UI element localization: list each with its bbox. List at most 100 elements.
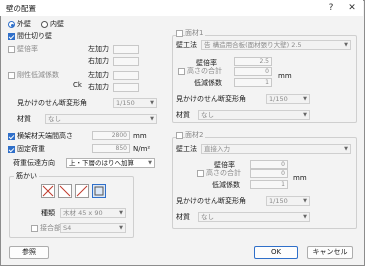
chevron-down-icon: ▼ [303, 112, 307, 118]
panel2-apparent-value: 1/150 [269, 197, 288, 205]
chevron-down-icon: ▼ [119, 210, 123, 216]
partition-label: 間仕切り壁 [17, 32, 52, 40]
fixed-load-checkbox[interactable] [8, 146, 15, 153]
panel2-material-label: 材質 [176, 213, 190, 221]
brace-diagonal-right-icon [76, 185, 88, 197]
panel2-apparent-label: 見かけのせん断変形角 [176, 197, 246, 205]
force-left-label-1: 左加力 [88, 45, 109, 53]
panel1-material-select[interactable]: なし ▼ [198, 110, 310, 120]
brace-type-value: 木材 45 x 90 [63, 209, 103, 217]
force-right-label-1: 右加力 [88, 57, 109, 65]
panel1-reduction-input[interactable]: 1 [234, 78, 272, 87]
force-right-input-2[interactable] [113, 83, 139, 92]
panel1-method-select[interactable]: 告 構造用合板(面材張り大壁) 2.5 ▼ [201, 40, 351, 50]
brace-type-label: 種類 [41, 209, 55, 217]
fixed-load-unit: N/m² [133, 145, 151, 153]
brace-diagonal-left-button[interactable] [58, 184, 72, 198]
fixed-load-label: 固定荷重 [17, 145, 45, 153]
radio-inner-wall-label: 内壁 [50, 20, 64, 28]
force-right-input-1[interactable] [113, 57, 139, 66]
partition-checkbox[interactable] [8, 33, 15, 40]
close-button[interactable]: ✕ [343, 0, 361, 16]
brace-joint-select[interactable]: S4 ▼ [60, 223, 126, 233]
cancel-button[interactable]: キャンセル [307, 246, 353, 259]
chevron-down-icon: ▼ [148, 160, 152, 166]
material-select[interactable]: なし ▼ [45, 114, 157, 124]
brace-cross-icon [42, 185, 54, 197]
radio-outer-wall[interactable] [8, 21, 15, 28]
brace-group-label: 筋かい [14, 172, 39, 181]
panel1-method-label: 壁工法 [176, 41, 197, 49]
beam-height-input[interactable]: 2800 [92, 131, 130, 140]
radio-inner-wall[interactable] [41, 21, 48, 28]
reference-button[interactable]: 参照 [9, 246, 49, 259]
chevron-down-icon: ▼ [119, 225, 123, 231]
window-title: 壁の配置 [6, 4, 36, 13]
ok-button[interactable]: OK [254, 246, 298, 259]
panel2-reduction-input[interactable]: 1 [250, 180, 288, 189]
brace-none-button[interactable] [92, 184, 106, 198]
force-left-input-2[interactable] [113, 71, 139, 80]
brace-none-icon [94, 186, 104, 196]
material-label: 材質 [17, 115, 31, 123]
panel1-apparent-select[interactable]: 1/150 ▼ [266, 94, 310, 104]
panel1-checkbox[interactable] [176, 30, 183, 37]
panel1-total-height-unit: mm [278, 72, 292, 80]
apparent-section-select[interactable]: 1/150 ▼ [113, 98, 157, 108]
panel2-apparent-select[interactable]: 1/150 ▼ [266, 196, 310, 206]
panel2-total-height-checkbox[interactable] [197, 170, 204, 177]
brace-diagonal-right-button[interactable] [75, 184, 89, 198]
force-right-label-2: 右加力 [88, 83, 109, 91]
stiffness-checkbox[interactable] [8, 72, 15, 79]
stiffness-label: 剛性低減係数 [17, 71, 59, 79]
apparent-section-value: 1/150 [116, 99, 135, 107]
force-left-input-1[interactable] [113, 45, 139, 54]
fixed-load-input[interactable]: 850 [92, 144, 130, 153]
panel1-apparent-value: 1/150 [269, 95, 288, 103]
stiffness-sub-label: Ck [73, 81, 82, 89]
apparent-section-label: 見かけのせん断変形角 [17, 99, 87, 107]
panel2-checkbox[interactable] [176, 132, 183, 139]
chevron-down-icon: ▼ [303, 96, 307, 102]
wall-ratio-checkbox[interactable] [8, 46, 15, 53]
panel1-total-height-checkbox[interactable] [178, 68, 185, 75]
radio-outer-wall-label: 外壁 [17, 20, 31, 28]
panel1-reduction-label: 低減係数 [194, 79, 222, 87]
panel1-method-value: 告 構造用合板(面材張り大壁) 2.5 [204, 41, 302, 49]
brace-joint-value: S4 [63, 224, 72, 232]
help-button[interactable]: ? [322, 0, 340, 16]
brace-type-select[interactable]: 木材 45 x 90 ▼ [60, 208, 126, 218]
brace-diagonal-left-icon [59, 185, 71, 197]
panel1-wall-ratio-input[interactable]: 2.5 [234, 57, 272, 66]
panel2-total-height-input[interactable]: 0 [250, 169, 288, 178]
brace-cross-button[interactable] [41, 184, 55, 198]
panel2-reduction-label: 低減係数 [212, 181, 240, 189]
panel2-method-select[interactable]: 直接入力 ▼ [201, 144, 351, 154]
brace-joint-checkbox[interactable] [31, 225, 38, 232]
brace-joint-label: 接合部 [40, 224, 61, 232]
panel2-total-height-unit: mm [293, 174, 307, 182]
panel2-method-value: 直接入力 [204, 145, 230, 153]
chevron-down-icon: ▼ [303, 214, 307, 220]
beam-height-label: 横架材天端間高さ [17, 132, 73, 140]
material-value: なし [48, 115, 61, 123]
beam-height-checkbox[interactable] [8, 133, 15, 140]
title-bar: 壁の配置 ? ✕ [0, 0, 363, 16]
panel1-total-height-input[interactable]: 0 [234, 67, 272, 76]
beam-height-unit: mm [133, 132, 147, 140]
wall-ratio-label: 壁倍率 [17, 45, 38, 53]
panel1-apparent-label: 見かけのせん断変形角 [176, 95, 246, 103]
panel1-material-value: なし [201, 111, 214, 119]
panel2-total-height-label: 高さの合計 [206, 169, 241, 177]
chevron-down-icon: ▼ [344, 146, 348, 152]
panel2-material-select[interactable]: なし ▼ [198, 212, 310, 222]
panel2-wall-ratio-input[interactable]: 0 [250, 160, 288, 169]
panel1-material-label: 材質 [176, 111, 190, 119]
panel1-total-height-label: 高さの合計 [187, 67, 222, 75]
load-direction-value: 上・下層のはりへ加算 [69, 159, 134, 167]
panel2-group-label: 面材2 [185, 131, 206, 140]
force-left-label-2: 左加力 [88, 71, 109, 79]
chevron-down-icon: ▼ [303, 198, 307, 204]
load-direction-select[interactable]: 上・下層のはりへ加算 ▼ [66, 158, 155, 168]
panel2-material-value: なし [201, 213, 214, 221]
